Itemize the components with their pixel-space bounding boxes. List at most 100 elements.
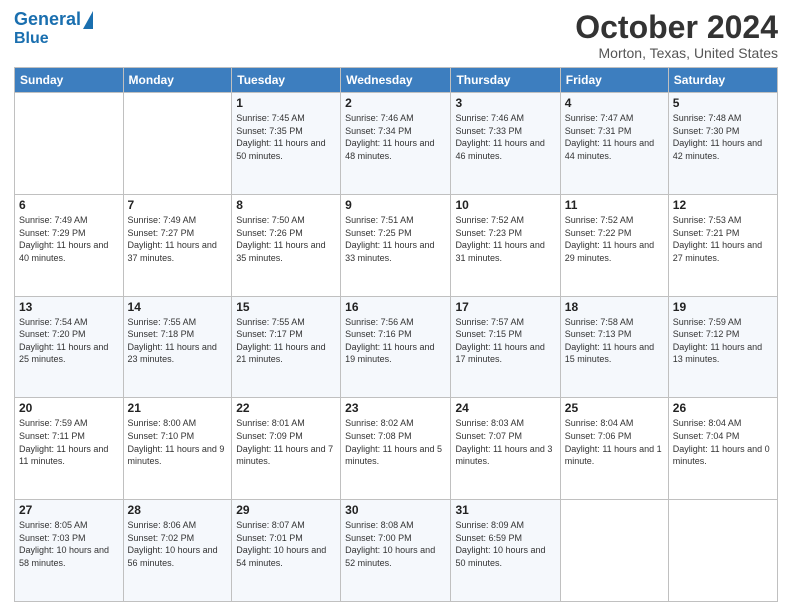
calendar-cell: 24 Sunrise: 8:03 AM Sunset: 7:07 PM Dayli… <box>451 398 560 500</box>
logo: General Blue <box>14 10 93 47</box>
day-number: 13 <box>19 300 119 314</box>
day-info: Sunrise: 7:52 AM Sunset: 7:22 PM Dayligh… <box>565 214 664 264</box>
calendar-cell: 9 Sunrise: 7:51 AM Sunset: 7:25 PM Daylig… <box>341 194 451 296</box>
day-number: 27 <box>19 503 119 517</box>
day-number: 25 <box>565 401 664 415</box>
calendar-cell: 16Sunrise: 7:56 AM Sunset: 7:16 PM Dayli… <box>341 296 451 398</box>
week-row-5: 27 Sunrise: 8:05 AM Sunset: 7:03 PM Dayli… <box>15 500 778 602</box>
calendar-cell: 8 Sunrise: 7:50 AM Sunset: 7:26 PM Daylig… <box>232 194 341 296</box>
calendar-cell: 1 Sunrise: 7:45 AM Sunset: 7:35 PM Daylig… <box>232 93 341 195</box>
calendar-cell: 31 Sunrise: 8:09 AM Sunset: 6:59 PM Dayli… <box>451 500 560 602</box>
day-info: Sunrise: 8:09 AM Sunset: 6:59 PM Dayligh… <box>455 519 555 569</box>
day-number: 14 <box>128 300 228 314</box>
day-number: 22 <box>236 401 336 415</box>
day-info: Sunrise: 7:54 AM Sunset: 7:20 PM Dayligh… <box>19 316 119 366</box>
week-row-4: 20 Sunrise: 7:59 AM Sunset: 7:11 PM Dayli… <box>15 398 778 500</box>
calendar-cell: 17 Sunrise: 7:57 AM Sunset: 7:15 PM Dayli… <box>451 296 560 398</box>
day-number: 8 <box>236 198 336 212</box>
day-number: 24 <box>455 401 555 415</box>
calendar-cell <box>560 500 668 602</box>
day-number: 4 <box>565 96 664 110</box>
day-number: 31 <box>455 503 555 517</box>
calendar-cell: 21 Sunrise: 8:00 AM Sunset: 7:10 PM Dayli… <box>123 398 232 500</box>
day-info: Sunrise: 7:55 AM Sunset: 7:18 PM Dayligh… <box>128 316 228 366</box>
day-info: Sunrise: 8:04 AM Sunset: 7:06 PM Dayligh… <box>565 417 664 467</box>
main-title: October 2024 <box>575 10 778 45</box>
week-row-1: 1 Sunrise: 7:45 AM Sunset: 7:35 PM Daylig… <box>15 93 778 195</box>
calendar-cell: 13 Sunrise: 7:54 AM Sunset: 7:20 PM Dayli… <box>15 296 124 398</box>
day-info: Sunrise: 7:57 AM Sunset: 7:15 PM Dayligh… <box>455 316 555 366</box>
day-info: Sunrise: 7:46 AM Sunset: 7:33 PM Dayligh… <box>455 112 555 162</box>
day-info: Sunrise: 7:45 AM Sunset: 7:35 PM Dayligh… <box>236 112 336 162</box>
day-info: Sunrise: 7:50 AM Sunset: 7:26 PM Dayligh… <box>236 214 336 264</box>
day-info: Sunrise: 7:49 AM Sunset: 7:29 PM Dayligh… <box>19 214 119 264</box>
calendar-cell: 30Sunrise: 8:08 AM Sunset: 7:00 PM Dayli… <box>341 500 451 602</box>
day-header-monday: Monday <box>123 68 232 93</box>
calendar-cell: 25 Sunrise: 8:04 AM Sunset: 7:06 PM Dayli… <box>560 398 668 500</box>
day-info: Sunrise: 8:05 AM Sunset: 7:03 PM Dayligh… <box>19 519 119 569</box>
day-number: 5 <box>673 96 773 110</box>
day-number: 2 <box>345 96 446 110</box>
day-number: 20 <box>19 401 119 415</box>
day-info: Sunrise: 7:55 AM Sunset: 7:17 PM Dayligh… <box>236 316 336 366</box>
calendar-cell: 27 Sunrise: 8:05 AM Sunset: 7:03 PM Dayli… <box>15 500 124 602</box>
day-info: Sunrise: 7:47 AM Sunset: 7:31 PM Dayligh… <box>565 112 664 162</box>
calendar-cell: 11 Sunrise: 7:52 AM Sunset: 7:22 PM Dayli… <box>560 194 668 296</box>
calendar-cell: 7 Sunrise: 7:49 AM Sunset: 7:27 PM Daylig… <box>123 194 232 296</box>
day-number: 7 <box>128 198 228 212</box>
day-info: Sunrise: 8:01 AM Sunset: 7:09 PM Dayligh… <box>236 417 336 467</box>
calendar-cell: 15 Sunrise: 7:55 AM Sunset: 7:17 PM Dayli… <box>232 296 341 398</box>
day-number: 3 <box>455 96 555 110</box>
days-header-row: SundayMondayTuesdayWednesdayThursdayFrid… <box>15 68 778 93</box>
calendar-cell: 14 Sunrise: 7:55 AM Sunset: 7:18 PM Dayli… <box>123 296 232 398</box>
calendar-cell: 22 Sunrise: 8:01 AM Sunset: 7:09 PM Dayli… <box>232 398 341 500</box>
day-info: Sunrise: 8:03 AM Sunset: 7:07 PM Dayligh… <box>455 417 555 467</box>
calendar-cell: 12Sunrise: 7:53 AM Sunset: 7:21 PM Dayli… <box>668 194 777 296</box>
calendar-cell: 28 Sunrise: 8:06 AM Sunset: 7:02 PM Dayli… <box>123 500 232 602</box>
calendar-cell <box>15 93 124 195</box>
day-info: Sunrise: 7:59 AM Sunset: 7:11 PM Dayligh… <box>19 417 119 467</box>
day-info: Sunrise: 8:00 AM Sunset: 7:10 PM Dayligh… <box>128 417 228 467</box>
day-info: Sunrise: 7:51 AM Sunset: 7:25 PM Dayligh… <box>345 214 446 264</box>
day-info: Sunrise: 8:06 AM Sunset: 7:02 PM Dayligh… <box>128 519 228 569</box>
day-number: 26 <box>673 401 773 415</box>
title-block: October 2024 Morton, Texas, United State… <box>575 10 778 61</box>
day-number: 16 <box>345 300 446 314</box>
logo-text: General <box>14 10 81 30</box>
day-number: 1 <box>236 96 336 110</box>
calendar-cell: 3 Sunrise: 7:46 AM Sunset: 7:33 PM Daylig… <box>451 93 560 195</box>
calendar-cell: 20 Sunrise: 7:59 AM Sunset: 7:11 PM Dayli… <box>15 398 124 500</box>
calendar-cell <box>668 500 777 602</box>
day-number: 28 <box>128 503 228 517</box>
day-info: Sunrise: 8:02 AM Sunset: 7:08 PM Dayligh… <box>345 417 446 467</box>
day-info: Sunrise: 7:49 AM Sunset: 7:27 PM Dayligh… <box>128 214 228 264</box>
day-number: 19 <box>673 300 773 314</box>
day-header-tuesday: Tuesday <box>232 68 341 93</box>
day-number: 17 <box>455 300 555 314</box>
calendar-cell: 19 Sunrise: 7:59 AM Sunset: 7:12 PM Dayli… <box>668 296 777 398</box>
header: General Blue October 2024 Morton, Texas,… <box>14 10 778 61</box>
day-info: Sunrise: 7:58 AM Sunset: 7:13 PM Dayligh… <box>565 316 664 366</box>
day-header-thursday: Thursday <box>451 68 560 93</box>
calendar-cell: 10Sunrise: 7:52 AM Sunset: 7:23 PM Dayli… <box>451 194 560 296</box>
day-number: 9 <box>345 198 446 212</box>
day-number: 6 <box>19 198 119 212</box>
calendar-cell <box>123 93 232 195</box>
day-header-wednesday: Wednesday <box>341 68 451 93</box>
logo-triangle-icon <box>83 11 93 29</box>
day-number: 11 <box>565 198 664 212</box>
day-info: Sunrise: 7:52 AM Sunset: 7:23 PM Dayligh… <box>455 214 555 264</box>
day-info: Sunrise: 7:53 AM Sunset: 7:21 PM Dayligh… <box>673 214 773 264</box>
day-header-saturday: Saturday <box>668 68 777 93</box>
calendar: SundayMondayTuesdayWednesdayThursdayFrid… <box>14 67 778 602</box>
week-row-2: 6 Sunrise: 7:49 AM Sunset: 7:29 PM Daylig… <box>15 194 778 296</box>
day-number: 23 <box>345 401 446 415</box>
day-number: 15 <box>236 300 336 314</box>
day-info: Sunrise: 8:08 AM Sunset: 7:00 PM Dayligh… <box>345 519 446 569</box>
day-number: 21 <box>128 401 228 415</box>
day-info: Sunrise: 7:59 AM Sunset: 7:12 PM Dayligh… <box>673 316 773 366</box>
calendar-cell: 6 Sunrise: 7:49 AM Sunset: 7:29 PM Daylig… <box>15 194 124 296</box>
day-header-sunday: Sunday <box>15 68 124 93</box>
day-info: Sunrise: 7:46 AM Sunset: 7:34 PM Dayligh… <box>345 112 446 162</box>
day-info: Sunrise: 8:04 AM Sunset: 7:04 PM Dayligh… <box>673 417 773 467</box>
